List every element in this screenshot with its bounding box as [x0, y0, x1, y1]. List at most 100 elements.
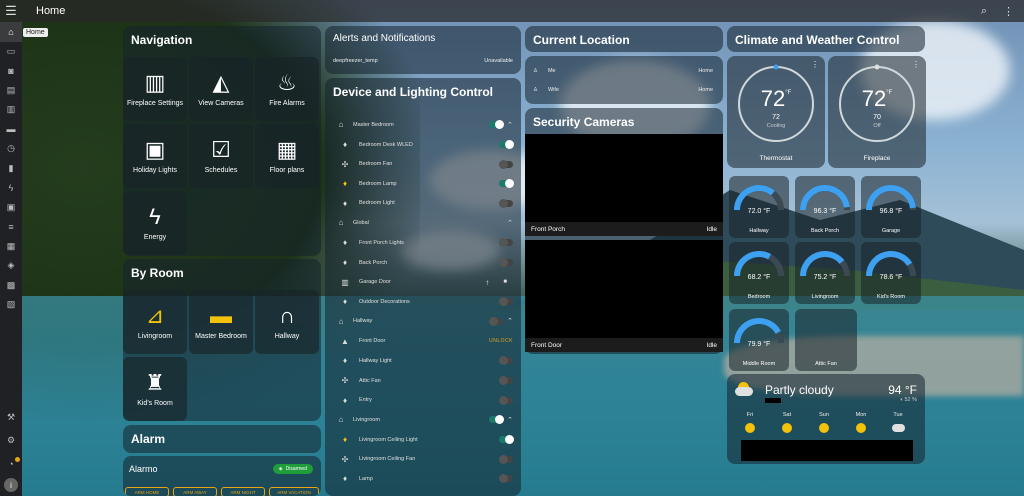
more-vert-icon[interactable]: ⋮ — [1003, 5, 1014, 18]
camera-front-porch[interactable]: Front Porch Idle — [525, 134, 723, 236]
device-row[interactable]: ✣ Livingroom Ceiling Fan — [325, 450, 521, 469]
toggle-switch[interactable] — [499, 198, 513, 208]
search-icon[interactable]: ⌕ — [981, 5, 987, 18]
sidebar-item-logbook[interactable]: ▤ — [0, 81, 22, 101]
sidebar-item-store[interactable]: ▩ — [0, 276, 22, 296]
arm-vacation-button[interactable]: ARM VACATION — [269, 487, 319, 496]
room-tile-livingroom[interactable]: ⊿ Livingroom — [123, 290, 187, 354]
sidebar-item-map[interactable]: ▭ — [0, 42, 22, 62]
device-row[interactable]: ♦ Outdoor Decorations — [325, 292, 521, 311]
fan-icon: ✣ — [341, 454, 349, 464]
nav-tile-fireplace-settings[interactable]: ▥ Fireplace Settings — [123, 57, 187, 121]
toggle-switch[interactable] — [499, 179, 514, 189]
sidebar-item-history[interactable]: ◷ — [0, 139, 22, 159]
open-cover-button[interactable]: ↑ — [485, 278, 489, 287]
avatar[interactable]: i — [4, 478, 18, 492]
sidebar-item-settings[interactable]: ⚙ — [0, 431, 22, 451]
device-row[interactable]: ♦ Front Porch Lights — [325, 233, 521, 252]
toggle-switch[interactable] — [499, 435, 514, 445]
room-tile-master-bedroom[interactable]: ▬ Master Bedroom — [189, 290, 253, 354]
sidebar-item-media-browser[interactable]: ▧ — [0, 295, 22, 315]
attic-fan-tile[interactable]: Attic Fan — [795, 309, 857, 371]
device-row[interactable]: ✣ Attic Fan — [325, 371, 521, 390]
room-tile-kids-room[interactable]: ♜ Kid's Room — [123, 357, 187, 421]
device-row[interactable]: ✣ Bedroom Fan — [325, 155, 521, 174]
device-row[interactable]: ♦ Bedroom Light — [325, 194, 521, 213]
toggle-switch[interactable] — [499, 454, 513, 464]
device-row[interactable]: ♦ Back Porch — [325, 253, 521, 272]
device-group-row[interactable]: ⌂ Hallway ⌃ — [325, 312, 521, 331]
temperature-gauge[interactable]: 68.2 °F Bedroom — [729, 242, 789, 304]
more-vert-icon[interactable]: ⋮ — [811, 60, 819, 69]
nav-tile-schedules[interactable]: ☑ Schedules — [189, 124, 253, 188]
room-tile-hallway[interactable]: ∩ Hallway — [255, 290, 319, 354]
device-label: Master Bedroom — [353, 121, 394, 128]
stop-cover-button[interactable]: ■ — [503, 279, 507, 285]
camera-front-door[interactable]: Front Door Idle — [525, 240, 723, 352]
sidebar-item-developer-tools[interactable]: ⚒ — [0, 408, 22, 428]
person-row-wife[interactable]: ♙ Wife Home — [525, 83, 721, 97]
thermostat-card[interactable]: ⋮ 72°F 72 Cooling Thermostat — [727, 56, 825, 168]
temperature-gauge[interactable]: 96.3 °F Back Porch — [795, 176, 855, 238]
toggle-switch[interactable] — [499, 376, 513, 385]
toggle-switch[interactable] — [499, 356, 513, 366]
temperature-gauge[interactable]: 75.2 °F Livingroom — [795, 242, 855, 304]
device-row[interactable]: ♦ Lamp — [325, 469, 521, 488]
sidebar-item-todo[interactable]: ≡ — [0, 217, 22, 237]
toggle-switch[interactable] — [499, 297, 513, 307]
toggle-switch[interactable] — [499, 140, 514, 149]
toggle-switch[interactable] — [499, 474, 513, 484]
sidebar-item-energy[interactable]: ϟ — [0, 178, 22, 198]
toggle-switch[interactable] — [499, 238, 513, 248]
sidebar-item-person[interactable]: ▣ — [0, 198, 22, 218]
toggle-switch[interactable] — [499, 258, 513, 267]
toggle-switch[interactable] — [499, 159, 513, 169]
device-group-row[interactable]: ⌂ Master Bedroom ⌃ — [325, 115, 521, 134]
arm-away-button[interactable]: ARM AWAY — [173, 487, 217, 496]
sidebar-item-media[interactable]: ▮ — [0, 159, 22, 179]
menu-icon[interactable]: ☰ — [0, 0, 22, 22]
more-vert-icon[interactable]: ⋮ — [912, 60, 920, 69]
sidebar-item-cameras[interactable]: ◙ — [0, 61, 22, 81]
temperature-gauge[interactable]: 96.8 °F Garage — [861, 176, 921, 238]
arm-home-button[interactable]: ARM HOME — [125, 487, 169, 496]
sidebar-item-chart[interactable]: ▦ — [0, 237, 22, 257]
toggle-switch[interactable] — [489, 316, 504, 326]
unlock-button[interactable]: UNLOCK — [489, 338, 513, 344]
device-group-row[interactable]: ⌂ Livingroom ⌃ — [325, 410, 521, 429]
temperature-gauge[interactable]: 78.6 °F Kid's Room — [861, 242, 921, 304]
nav-tile-view-cameras[interactable]: ◭ View Cameras — [189, 57, 253, 121]
nav-tile-energy[interactable]: ϟ Energy — [123, 191, 187, 255]
room-icon: ⌂ — [338, 316, 344, 326]
device-row[interactable]: ♦ Livingroom Ceiling Light — [325, 430, 521, 449]
weather-card[interactable]: Partly cloudy 94 °F ◖ 52 % Fri Sat Sun Mon T… — [727, 374, 925, 464]
device-row[interactable]: ♦ Hallway Light — [325, 351, 521, 370]
chevron-up-icon[interactable]: ⌃ — [507, 219, 513, 227]
device-row[interactable]: ▲ Front Door UNLOCK — [325, 332, 521, 351]
nav-tile-holiday-lights[interactable]: ▣ Holiday Lights — [123, 124, 187, 188]
sidebar-item-shield[interactable]: ◈ — [0, 256, 22, 276]
chevron-up-icon[interactable]: ⌃ — [507, 317, 513, 325]
device-group-row[interactable]: ⌂ Global ⌃ — [325, 213, 521, 232]
temperature-gauge[interactable]: 79.9 °F Middle Room — [729, 309, 789, 371]
device-row[interactable]: ♦ Bedroom Desk WLED — [325, 135, 521, 154]
device-row[interactable]: ♦ Entry — [325, 391, 521, 410]
alert-row[interactable]: deepfreezer_temp Unavailable — [325, 54, 521, 68]
toggle-switch[interactable] — [489, 120, 505, 129]
toggle-switch[interactable] — [499, 395, 513, 405]
nav-tile-floor-plans[interactable]: ▦ Floor plans — [255, 124, 319, 188]
nav-tile-fire-alarms[interactable]: ♨ Fire Alarms — [255, 57, 319, 121]
temperature-gauge[interactable]: 72.0 °F Hallway — [729, 176, 789, 238]
sidebar-item-notifications[interactable]: ◔ — [0, 455, 22, 475]
device-row[interactable]: ♦ Bedroom Lamp — [325, 174, 521, 193]
sidebar-item-building[interactable]: ▥ — [0, 100, 22, 120]
sidebar-item-home[interactable]: ⌂ — [0, 22, 22, 42]
fireplace-thermostat-card[interactable]: ⋮ 72°F 70 Off Fireplace — [828, 56, 926, 168]
arm-night-button[interactable]: ARM NIGHT — [221, 487, 265, 496]
device-row[interactable]: ▥ Garage Door ↑ ■ — [325, 273, 521, 292]
person-row-me[interactable]: ♙ Me Home — [525, 64, 721, 78]
sidebar-item-car[interactable]: ▬ — [0, 120, 22, 140]
chevron-up-icon[interactable]: ⌃ — [507, 121, 513, 129]
toggle-switch[interactable] — [489, 415, 505, 425]
chevron-up-icon[interactable]: ⌃ — [507, 416, 513, 424]
